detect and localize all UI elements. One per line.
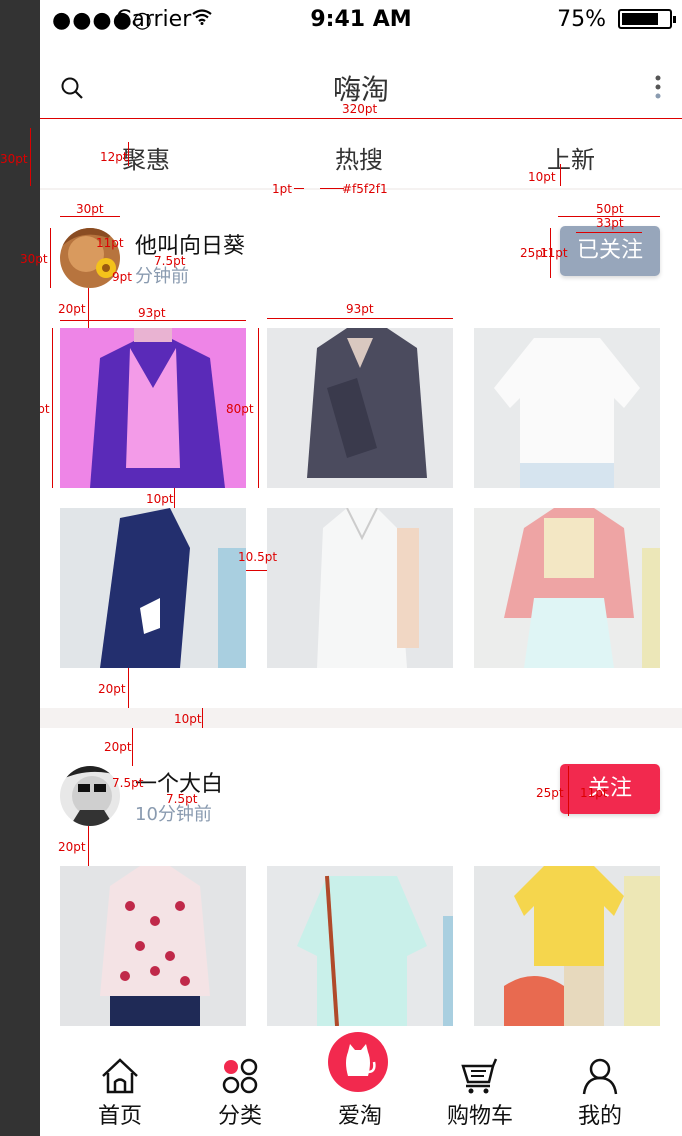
annotation-line	[267, 318, 453, 319]
following-button[interactable]: 已关注	[560, 226, 660, 276]
annotation-line	[50, 228, 51, 288]
annotation-label: 7.5pt	[112, 776, 144, 790]
battery-icon	[618, 9, 676, 29]
annotation-line	[132, 728, 133, 766]
annotation-line	[30, 128, 31, 186]
annotation-line	[88, 288, 89, 328]
annotation-label: 50pt	[596, 202, 624, 216]
product-image[interactable]	[474, 866, 660, 1026]
post-header: 他叫向日葵 分钟前 已关注	[40, 226, 682, 298]
annotation-line	[60, 216, 120, 217]
annotation-label: 93pt	[138, 306, 166, 320]
annotation-label: #f5f2f1	[342, 182, 388, 196]
annotation-line	[128, 668, 129, 708]
annotation-line	[128, 142, 129, 166]
annotation-label: 10.5pt	[238, 550, 278, 564]
annotation-label: 11pt	[96, 236, 124, 250]
tab-category[interactable]: 分类	[180, 1026, 300, 1136]
product-image[interactable]	[267, 328, 453, 488]
annotation-label: 20pt	[104, 740, 132, 754]
annotation-label: 9pt	[112, 270, 132, 284]
annotation-label: 10pt	[174, 712, 202, 726]
annotation-label: 7.5pt	[154, 254, 186, 268]
annotation-label: 20pt	[58, 302, 86, 316]
product-image[interactable]	[474, 328, 660, 488]
product-image[interactable]	[60, 866, 246, 1026]
annotation-label: 30pt	[0, 152, 28, 166]
home-icon	[102, 1058, 138, 1094]
username[interactable]: 他叫向日葵	[135, 228, 245, 260]
annotation-label: 20pt	[58, 840, 86, 854]
annotation-label: 80pt	[40, 402, 50, 416]
annotation-line	[550, 228, 551, 278]
annotation-line	[320, 188, 344, 189]
annotation-label: 11pt	[580, 786, 608, 800]
battery-percent: 75%	[557, 7, 606, 32]
left-margin	[0, 0, 40, 1136]
annotation-line	[202, 708, 203, 728]
annotation-label: 7.5pt	[166, 792, 198, 806]
section-divider	[40, 708, 682, 728]
cat-icon	[328, 1032, 388, 1092]
annotation-label: 93pt	[346, 302, 374, 316]
phone-screen: ●●●●○ Carrier 9:41 AM 75% 嗨淘 聚惠 热搜 上新 他叫…	[40, 0, 682, 1136]
annotation-label: 80pt	[226, 402, 254, 416]
annotation-label: 11pt	[540, 246, 568, 260]
tab-label: 我的	[577, 1104, 622, 1129]
annotation-line	[568, 766, 569, 816]
product-image[interactable]	[60, 328, 246, 488]
tab-home[interactable]: 首页	[60, 1026, 180, 1136]
tab-resou[interactable]: 热搜	[299, 140, 419, 175]
tab-label: 购物车	[446, 1104, 513, 1129]
annotation-label: 12pt	[100, 150, 128, 164]
annotation-line	[88, 826, 89, 866]
tab-label: 爱淘	[337, 1104, 382, 1129]
product-image[interactable]	[474, 508, 660, 668]
tab-mine[interactable]: 我的	[540, 1026, 660, 1136]
more-vertical-icon[interactable]	[654, 74, 662, 102]
annotation-line	[60, 320, 246, 321]
avatar[interactable]	[60, 766, 120, 826]
annotation-line	[52, 328, 53, 488]
product-image[interactable]	[267, 508, 453, 668]
annotation-line	[294, 188, 304, 189]
annotation-label: 30pt	[76, 202, 104, 216]
user-icon	[582, 1058, 618, 1095]
annotation-line	[40, 118, 682, 119]
annotation-label: 320pt	[342, 102, 378, 116]
status-bar: ●●●●○ Carrier 9:41 AM 75%	[40, 0, 682, 40]
annotation-line	[174, 488, 175, 508]
annotation-label: 25pt	[536, 786, 564, 800]
annotation-line	[560, 164, 561, 186]
annotation-label: 20pt	[98, 682, 126, 696]
product-image[interactable]	[60, 508, 246, 668]
annotation-label: 33pt	[596, 216, 624, 230]
follow-button[interactable]: 关注	[560, 764, 660, 814]
annotation-label: 1pt	[272, 182, 292, 196]
annotation-label: 30pt	[20, 252, 48, 266]
annotation-line	[576, 232, 642, 233]
tab-cart[interactable]: 购物车	[420, 1026, 540, 1136]
annotation-line	[246, 570, 267, 571]
tab-aitao[interactable]: 爱淘	[300, 1026, 420, 1136]
product-image[interactable]	[267, 866, 453, 1026]
bottom-tab-bar: 首页 分类 爱淘 购物车 我的	[40, 1026, 682, 1136]
annotation-label: 10pt	[528, 170, 556, 184]
category-icon	[222, 1058, 258, 1094]
tab-label: 分类	[217, 1104, 262, 1129]
cart-icon	[461, 1058, 498, 1094]
annotation-line	[258, 328, 259, 488]
annotation-label: 10pt	[146, 492, 174, 506]
tab-label: 首页	[97, 1104, 142, 1129]
